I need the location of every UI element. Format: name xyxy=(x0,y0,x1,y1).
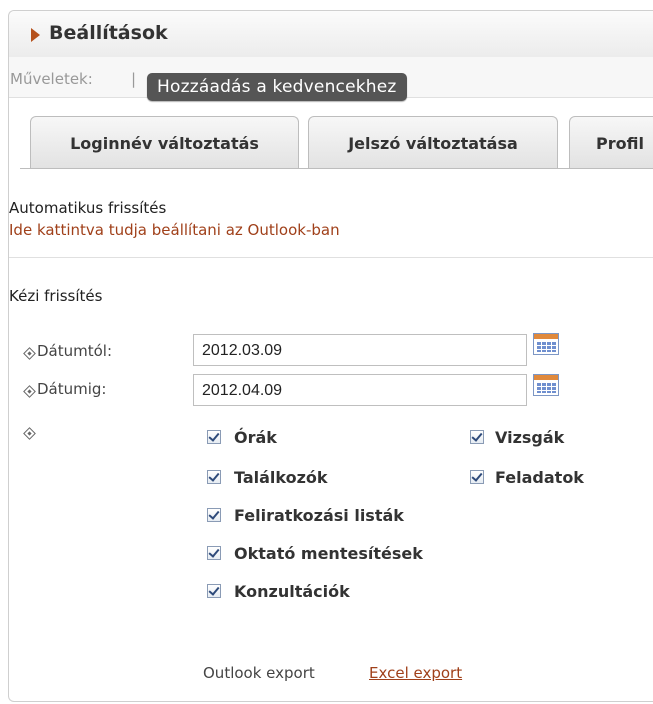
calendar-icon[interactable] xyxy=(533,333,559,355)
tab-login-name-change[interactable]: Loginnév változtatás xyxy=(30,116,299,169)
excel-export-link[interactable]: Excel export xyxy=(369,664,462,682)
calendar-icon[interactable] xyxy=(533,374,559,396)
checkbox-orak-label: Órák xyxy=(234,428,277,447)
date-to-label: Dátumig: xyxy=(37,380,107,398)
tab-password-change[interactable]: Jelszó változtatása xyxy=(308,116,558,169)
checkbox-feliratkozasi-listak[interactable] xyxy=(207,508,221,522)
checkbox-konzultaciok[interactable] xyxy=(207,584,221,598)
outlook-export-link[interactable]: Outlook export xyxy=(203,664,315,682)
checkbox-oktato-mentesitesek-label: Oktató mentesítések xyxy=(234,544,423,563)
checkbox-feladatok[interactable] xyxy=(470,470,484,484)
actions-separator: | xyxy=(131,70,137,88)
date-to-input[interactable]: 2012.04.09 xyxy=(193,374,527,406)
manual-refresh-title: Kézi frissítés xyxy=(9,287,103,305)
title-bar: Beállítások xyxy=(9,11,653,58)
title-arrow-icon xyxy=(31,28,40,42)
tab-profile[interactable]: Profil xyxy=(569,116,653,168)
checkbox-talalkozok-label: Találkozók xyxy=(234,468,328,487)
auto-refresh-title: Automatikus frissítés xyxy=(9,199,167,217)
section-divider xyxy=(9,257,653,258)
checkbox-vizsgak-label: Vizsgák xyxy=(495,428,565,447)
checkbox-vizsgak[interactable] xyxy=(470,430,484,444)
checkbox-feladatok-label: Feladatok xyxy=(495,468,584,487)
tab-bar-divider xyxy=(20,168,653,169)
outlook-setup-link[interactable]: Ide kattintva tudja beállítani az Outloo… xyxy=(9,221,340,239)
checkbox-feliratkozasi-listak-label: Feliratkozási listák xyxy=(234,506,404,525)
checkbox-orak[interactable] xyxy=(207,430,221,444)
date-from-input[interactable]: 2012.03.09 xyxy=(193,334,527,366)
checkbox-talalkozok[interactable] xyxy=(207,470,221,484)
checkbox-oktato-mentesitesek[interactable] xyxy=(207,546,221,560)
checkbox-konzultaciok-label: Konzultációk xyxy=(234,582,350,601)
add-to-favorites-button[interactable]: Hozzáadás a kedvencekhez xyxy=(147,73,407,101)
page-title: Beállítások xyxy=(49,22,168,44)
date-from-label: Dátumtól: xyxy=(37,342,113,360)
actions-label: Műveletek: xyxy=(10,70,93,88)
